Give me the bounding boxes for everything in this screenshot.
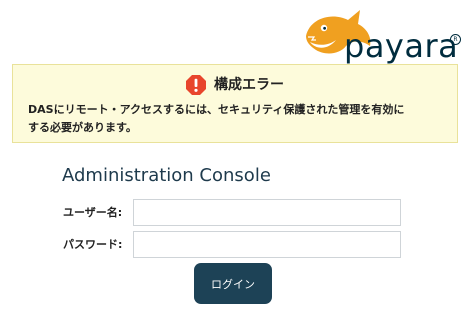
registered-mark: R (450, 34, 461, 45)
password-label: パスワード: (63, 238, 123, 251)
alert-title: 構成エラー (214, 77, 284, 93)
console-title: Administration Console (62, 165, 271, 186)
username-label: ユーザー名: (63, 206, 123, 219)
alert-message-line: する必要があります。 (28, 121, 137, 134)
alert-header: 構成エラー (13, 74, 457, 96)
password-input[interactable] (133, 231, 401, 258)
configuration-error-alert: 構成エラー DASにリモート・アクセスするには、セキュリティ保護された管理を有効… (12, 64, 458, 143)
payara-logo: payara R (300, 6, 462, 66)
alert-message-line: DASにリモート・アクセスするには、セキュリティ保護された管理を有効に (28, 103, 405, 116)
exclamation-icon (186, 75, 206, 95)
username-input[interactable] (133, 199, 401, 226)
alert-message: DASにリモート・アクセスするには、セキュリティ保護された管理を有効に する必要… (28, 101, 448, 137)
login-button[interactable]: ログイン (194, 263, 272, 304)
login-page: payara R 構成エラー DASにリモート・アクセスするには、セキュリティ保… (0, 0, 462, 310)
payara-wordmark: payara (344, 27, 459, 65)
